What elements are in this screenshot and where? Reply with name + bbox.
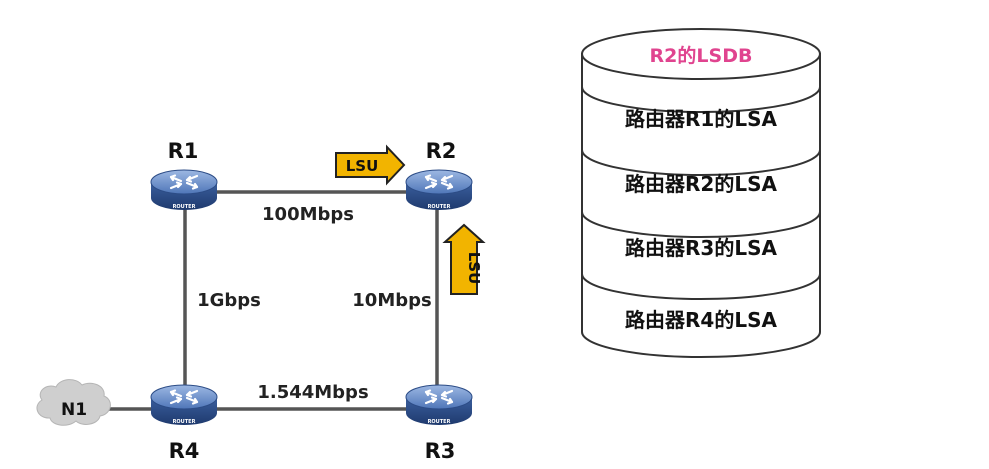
lsdb-entry-r1: 路由器R1的LSA: [625, 107, 777, 131]
router-r4-sublabel: ROUTER: [173, 419, 196, 425]
router-r3-name: R3: [425, 439, 456, 463]
link-label-r1-r4: 1Gbps: [197, 290, 261, 311]
lsdb-entry-r4: 路由器R4的LSA: [625, 308, 777, 332]
router-r3-sublabel: ROUTER: [428, 419, 451, 425]
router-r1-name: R1: [168, 139, 199, 163]
link-label-r2-r3: 10Mbps: [352, 290, 431, 311]
router-r4-name: R4: [169, 439, 200, 463]
router-r2-name: R2: [426, 139, 457, 163]
lsu-arrow-right: LSU: [442, 223, 486, 295]
link-label-r4-r3: 1.544Mbps: [257, 382, 368, 403]
router-r1-sublabel: ROUTER: [173, 204, 196, 210]
lsdb-entry-r3: 路由器R3的LSA: [625, 236, 777, 260]
router-r2-sublabel: ROUTER: [428, 204, 451, 210]
network-n1-label: N1: [61, 400, 87, 420]
lsdb-title: R2的LSDB: [650, 44, 753, 67]
lsdb-entry-r2: 路由器R2的LSA: [625, 172, 777, 196]
lsdb-database: R2的LSDB 路由器R1的LSA 路由器R2的LSA 路由器R3的LSA 路由…: [581, 28, 821, 358]
link-label-r1-r2: 100Mbps: [262, 204, 354, 225]
router-r4: ROUTER R4: [149, 383, 219, 463]
router-r2: ROUTER R2: [404, 139, 474, 212]
network-n1-cloud: N1: [36, 379, 111, 426]
ospf-lsdb-diagram: 100Mbps 1Gbps 10Mbps 1.544Mbps N1 ROUTER…: [36, 28, 821, 463]
lsu-top-label: LSU: [346, 157, 379, 175]
lsu-arrow-top: LSU: [335, 144, 406, 186]
router-r1: ROUTER R1: [149, 139, 219, 212]
router-r3: ROUTER R3: [404, 383, 474, 463]
lsu-right-label: LSU: [465, 252, 483, 285]
